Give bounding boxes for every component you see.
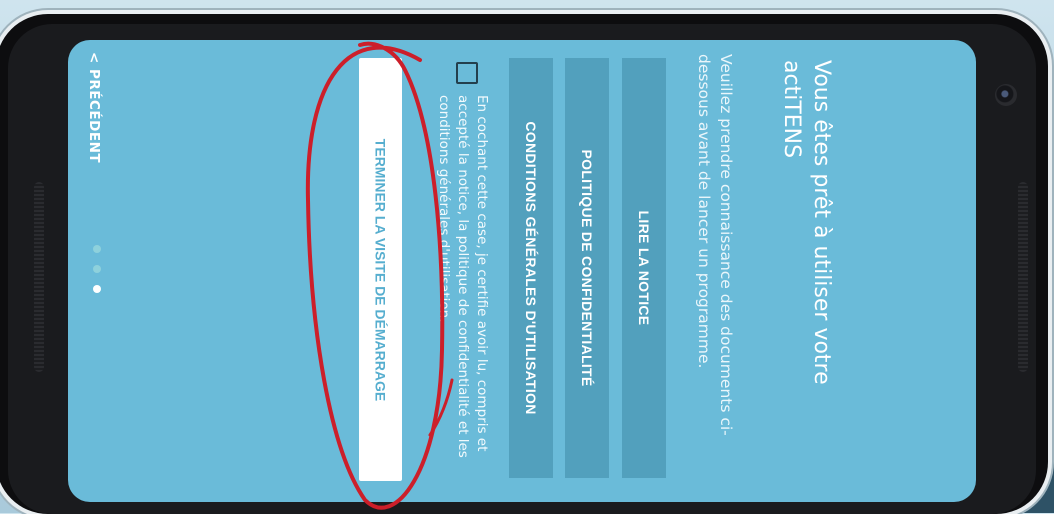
pagination-dot-2: [93, 265, 101, 273]
read-manual-button[interactable]: LIRE LA NOTICE: [622, 58, 666, 478]
privacy-policy-label: POLITIQUE DE CONFIDENTIALITÉ: [579, 149, 595, 387]
terms-of-use-label: CONDITIONS GÉNÉRALES D'UTILISATION: [523, 121, 539, 415]
previous-link[interactable]: < PRÉCÉDENT: [86, 52, 102, 163]
page-title: Vous êtes prêt à utiliser votre actiTENS: [779, 60, 834, 385]
pagination-dot-3: [93, 285, 101, 293]
finish-tour-button[interactable]: TERMINER LA VISITE DE DÉMARRAGE: [359, 58, 402, 481]
front-camera-icon: [995, 84, 1017, 106]
consent-checkbox[interactable]: [456, 62, 478, 84]
terms-of-use-button[interactable]: CONDITIONS GÉNÉRALES D'UTILISATION: [509, 58, 553, 478]
consent-text: En cochant cette case, je certifie avoir…: [436, 95, 490, 458]
pagination-dot-1: [93, 245, 101, 253]
speaker-grille-right: [1018, 182, 1028, 372]
page-subtitle: Veuillez prendre connaissance des docume…: [695, 54, 735, 436]
read-manual-label: LIRE LA NOTICE: [636, 210, 652, 326]
speaker-grille-left: [34, 182, 44, 372]
privacy-policy-button[interactable]: POLITIQUE DE CONFIDENTIALITÉ: [565, 58, 609, 478]
finish-tour-label: TERMINER LA VISITE DE DÉMARRAGE: [372, 138, 389, 401]
